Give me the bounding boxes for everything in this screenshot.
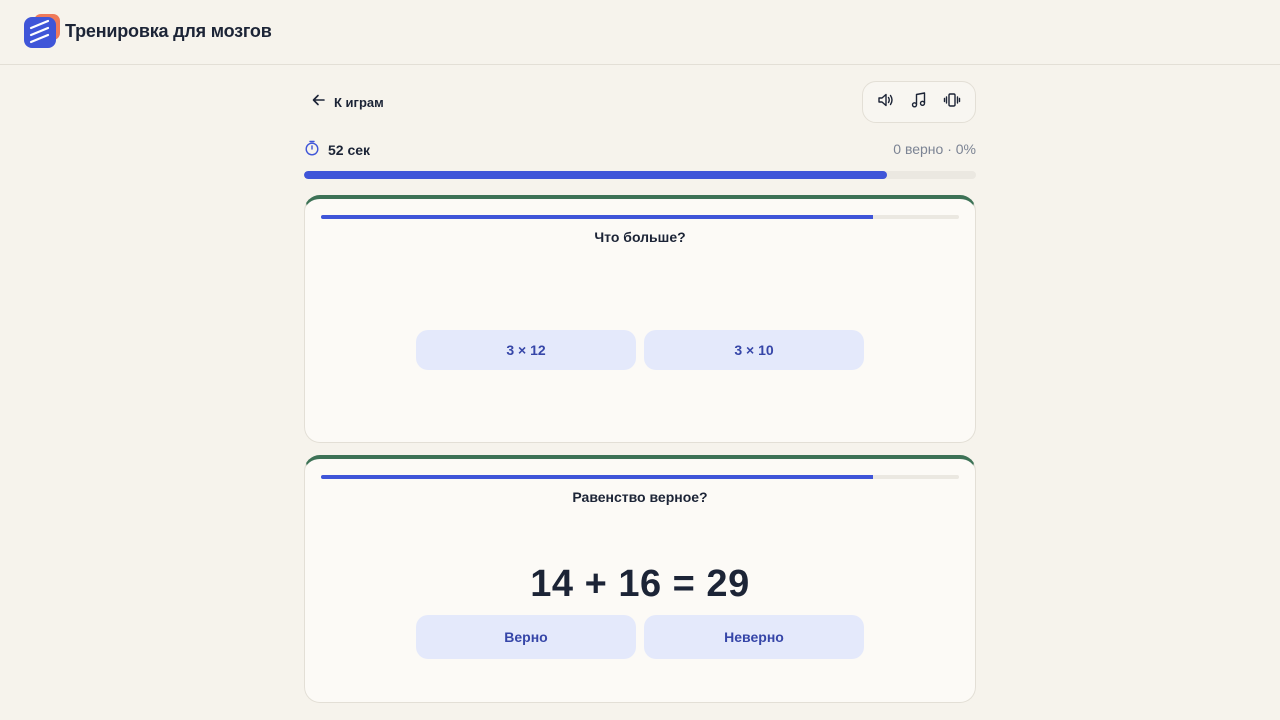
time-progress-fill bbox=[304, 171, 887, 179]
vibration-toggle-button[interactable] bbox=[937, 87, 967, 117]
card-progress-bar bbox=[321, 475, 959, 479]
equation-text: 14 + 16 = 29 bbox=[530, 563, 750, 605]
true-button[interactable]: Верно bbox=[416, 615, 636, 659]
card-question: Равенство верное? bbox=[572, 489, 708, 505]
score-text: 0 верно · 0% bbox=[893, 141, 976, 157]
back-label: К играм bbox=[334, 94, 384, 110]
arrow-left-icon bbox=[312, 93, 326, 112]
card-progress-fill bbox=[321, 215, 873, 219]
stopwatch-icon bbox=[304, 140, 320, 161]
equation-game-card: Равенство верное? 14 + 16 = 29 Верно Нев… bbox=[304, 455, 976, 703]
app-logo-icon[interactable] bbox=[24, 14, 61, 48]
vibration-icon bbox=[943, 91, 961, 114]
sound-toggle-button[interactable] bbox=[871, 87, 901, 117]
card-progress-bar bbox=[321, 215, 959, 219]
speaker-icon bbox=[877, 91, 895, 114]
card-progress-fill bbox=[321, 475, 873, 479]
back-to-games-link[interactable]: К играм bbox=[312, 90, 384, 114]
music-toggle-button[interactable] bbox=[904, 87, 934, 117]
card-question: Что больше? bbox=[594, 229, 686, 245]
compare-game-card: Что больше? 3 × 12 3 × 10 bbox=[304, 195, 976, 443]
option-left-button[interactable]: 3 × 12 bbox=[416, 330, 636, 370]
app-title: Тренировка для мозгов bbox=[65, 21, 272, 41]
timer: 52 сек bbox=[304, 140, 370, 160]
top-bar: Тренировка для мозгов bbox=[0, 0, 1280, 65]
option-right-button[interactable]: 3 × 10 bbox=[644, 330, 864, 370]
timer-value: 52 сек bbox=[328, 142, 371, 158]
time-progress-bar bbox=[304, 171, 976, 179]
music-note-icon bbox=[910, 91, 928, 114]
false-button[interactable]: Неверно bbox=[644, 615, 864, 659]
sound-toolbar bbox=[862, 81, 976, 123]
